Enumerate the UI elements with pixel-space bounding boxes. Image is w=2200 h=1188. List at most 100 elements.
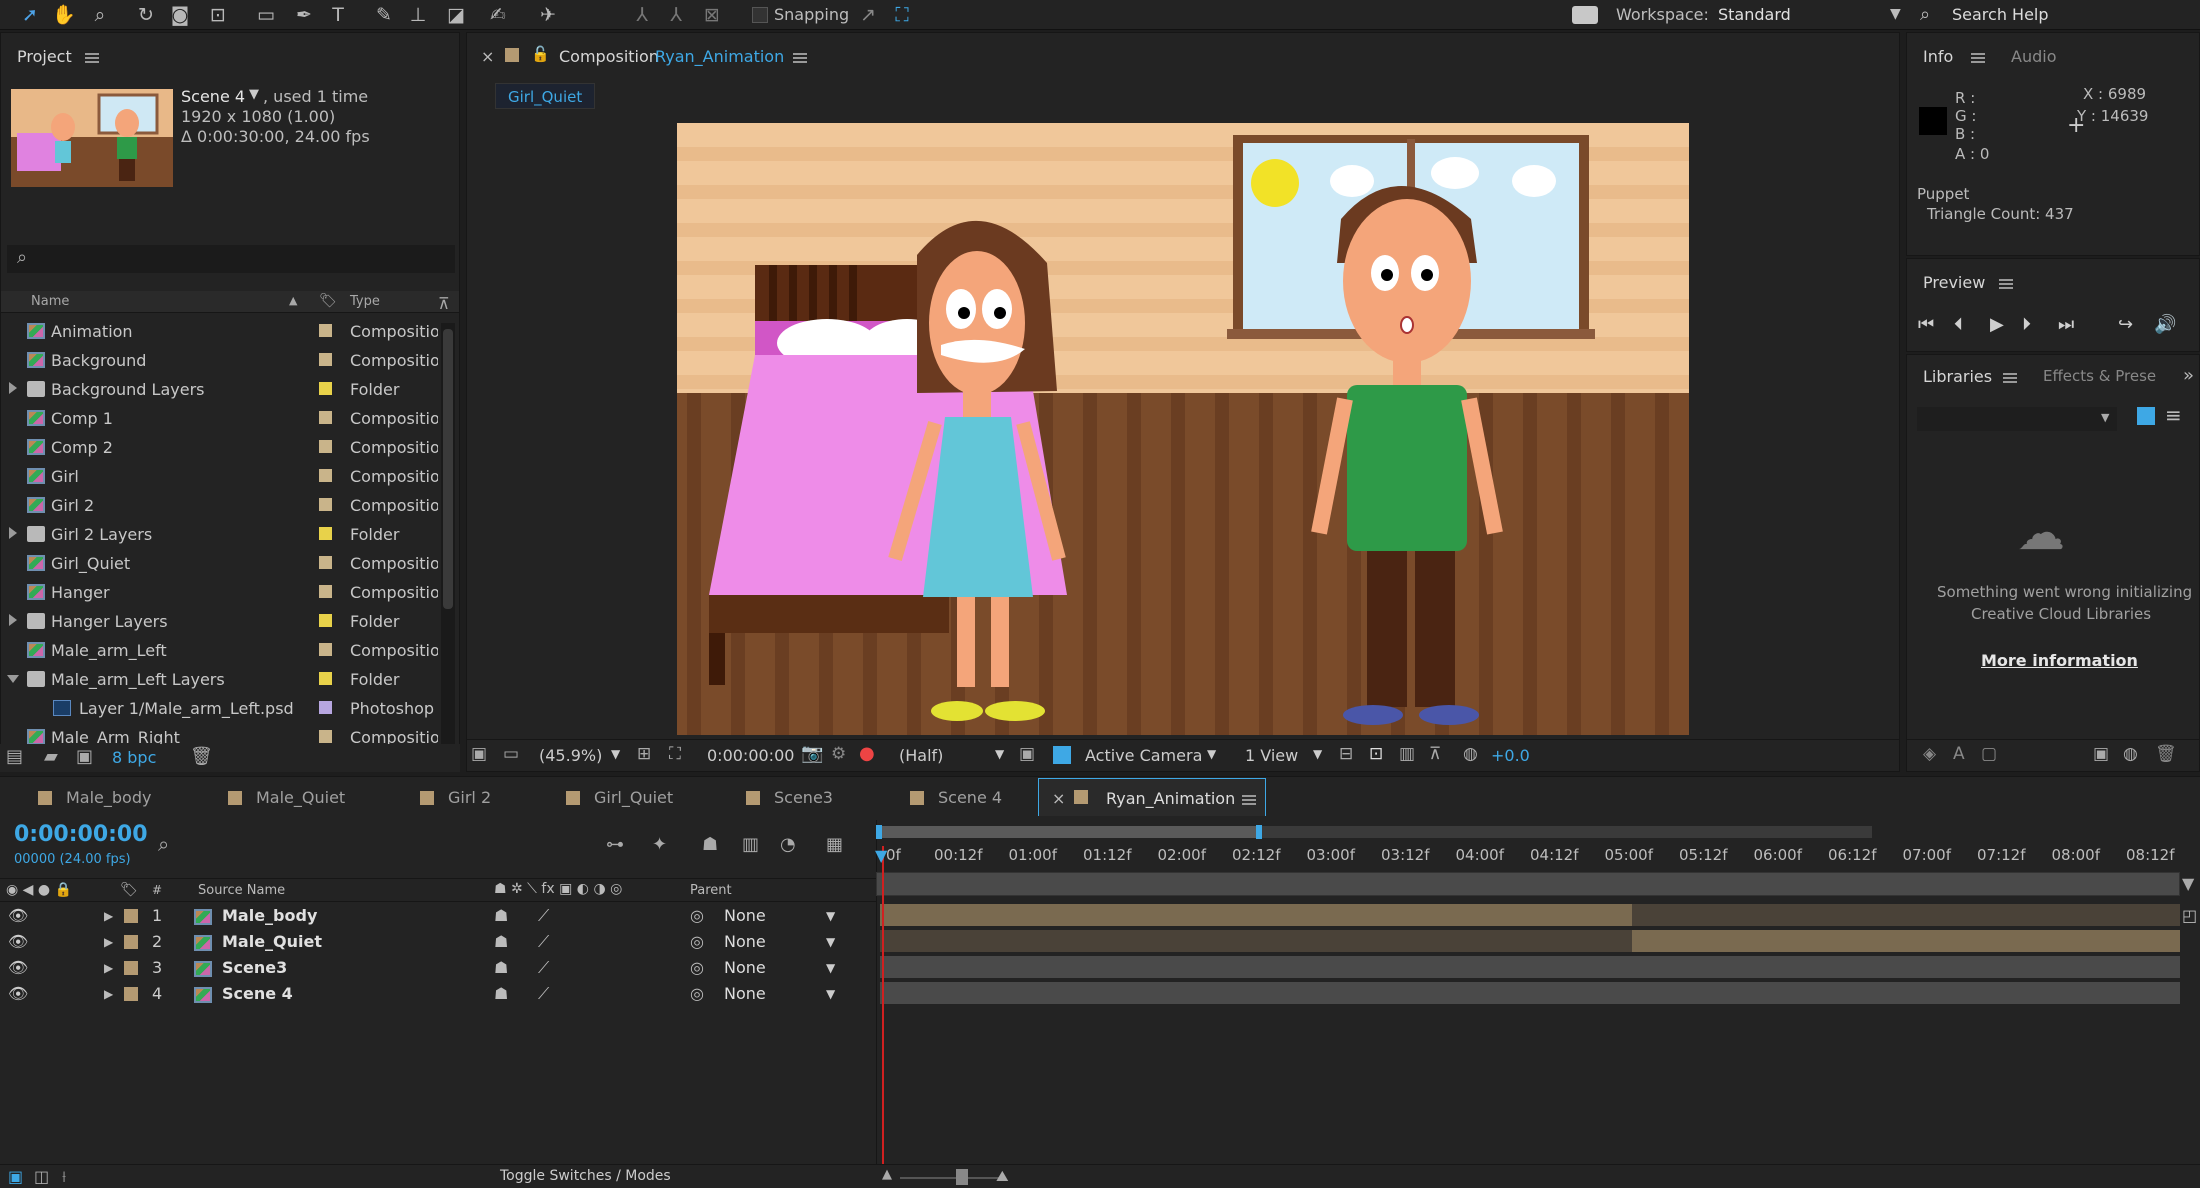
eye-icon[interactable]: 👁 xyxy=(8,984,28,1003)
pick-whip-icon[interactable]: ◎ xyxy=(690,958,704,977)
layer-2-duration-bar[interactable] xyxy=(1632,930,2180,952)
add-text-icon[interactable]: A xyxy=(1953,744,1965,764)
brush-tool-icon[interactable]: ✎ xyxy=(372,3,396,27)
layer-row[interactable]: 👁 ▶ 4 Scene 4 ☗ ⟋ ◎ None ▼ xyxy=(0,982,876,1008)
parent-dropdown[interactable]: None xyxy=(724,958,766,977)
label-color-swatch[interactable] xyxy=(319,556,332,569)
layer-label-swatch[interactable] xyxy=(124,935,138,949)
name-column-header[interactable]: Name xyxy=(31,294,69,309)
expand-icon[interactable]: ◰ xyxy=(2182,906,2197,925)
pick-whip-icon[interactable]: ◎ xyxy=(690,984,704,1003)
camera-tool-icon[interactable]: ◙ xyxy=(168,3,192,27)
libraries-menu-icon[interactable] xyxy=(2003,373,2017,383)
disclosure-closed-icon[interactable] xyxy=(9,614,17,626)
view-axis-icon[interactable]: ⊠ xyxy=(700,3,724,27)
label-color-swatch[interactable] xyxy=(319,614,332,627)
layer-name[interactable]: Male_Quiet xyxy=(222,932,322,951)
project-item-psd[interactable]: Layer 1/Male_arm_Left.psd Photoshop xyxy=(1,694,441,723)
parent-dropdown[interactable]: None xyxy=(724,984,766,1003)
label-color-swatch[interactable] xyxy=(319,527,332,540)
snapping-checkbox[interactable] xyxy=(752,7,768,23)
zoom-tool-icon[interactable]: ⌕ xyxy=(88,3,112,27)
pick-whip-icon[interactable]: ◎ xyxy=(690,932,704,951)
disclosure-closed-icon[interactable]: ▶ xyxy=(104,935,113,949)
timeline-current-time[interactable]: 0:00:00:00 xyxy=(14,822,148,847)
composition-name[interactable]: Ryan_Animation xyxy=(655,47,784,66)
selection-tool-icon[interactable]: ➚ xyxy=(18,3,42,27)
project-item-comp[interactable]: Male_arm_Left Compositior xyxy=(1,636,441,665)
workspace-dropdown-icon[interactable]: ▼ xyxy=(1890,6,1901,22)
transfer-controls-icon[interactable]: ◫ xyxy=(34,1167,49,1186)
project-item-folder[interactable]: Girl 2 Layers Folder xyxy=(1,520,441,549)
eye-icon[interactable]: 👁 xyxy=(8,958,28,977)
tab-ryan-animation[interactable]: Ryan_Animation xyxy=(1106,789,1235,808)
parent-column-header[interactable]: Parent xyxy=(690,883,732,898)
camera-view-dropdown[interactable]: Active Camera xyxy=(1085,746,1202,765)
label-color-swatch[interactable] xyxy=(319,382,332,395)
shy-switch-icon[interactable]: ☗ xyxy=(494,906,508,925)
project-item-comp[interactable]: Girl_Quiet Compositior xyxy=(1,549,441,578)
comp-breadcrumb[interactable]: Girl_Quiet xyxy=(495,83,596,109)
last-frame-icon[interactable]: ⏭ xyxy=(2058,314,2074,335)
adobe-stock-icon[interactable]: ▣ xyxy=(2093,744,2109,764)
zoom-dropdown-icon[interactable]: ▼ xyxy=(611,747,620,761)
zoom-slider-handle[interactable] xyxy=(956,1169,968,1185)
flowchart-icon[interactable]: ⊼ xyxy=(438,294,450,313)
disclosure-open-icon[interactable] xyxy=(7,675,19,683)
pixel-aspect-icon[interactable]: ⊟ xyxy=(1339,744,1353,764)
project-item-folder[interactable]: Hanger Layers Folder xyxy=(1,607,441,636)
label-color-swatch[interactable] xyxy=(319,469,332,482)
shy-layers-icon[interactable]: ☗ xyxy=(702,834,718,855)
color-channels-icon[interactable]: ● xyxy=(859,743,875,764)
project-item-folder[interactable]: Background Layers Folder xyxy=(1,375,441,404)
selected-item-name[interactable]: Scene 4 xyxy=(181,87,245,106)
first-frame-icon[interactable]: ⏮ xyxy=(1918,314,1934,335)
current-time-display[interactable]: 0:00:00:00 xyxy=(707,746,794,765)
pan-behind-tool-icon[interactable]: ⊡ xyxy=(206,3,230,27)
info-menu-icon[interactable] xyxy=(1971,53,1985,63)
quality-switch-icon[interactable]: ⟋ xyxy=(538,984,549,1004)
draft-3d-icon[interactable]: ⊡ xyxy=(1369,744,1383,764)
label-color-swatch[interactable] xyxy=(319,411,332,424)
new-folder-icon[interactable]: ▰ xyxy=(44,746,58,767)
close-tab-icon[interactable]: × xyxy=(481,47,494,66)
composition-menu-icon[interactable] xyxy=(793,53,807,63)
in-out-panes-icon[interactable]: ⟊ xyxy=(62,1167,66,1187)
project-item-comp[interactable]: Girl 2 Compositior xyxy=(1,491,441,520)
rectangle-tool-icon[interactable]: ▭ xyxy=(254,3,278,27)
rotate-tool-icon[interactable]: ↻ xyxy=(134,3,158,27)
label-color-swatch[interactable] xyxy=(319,643,332,656)
disclosure-closed-icon[interactable]: ▶ xyxy=(104,909,113,923)
parent-dropdown-icon[interactable]: ▼ xyxy=(826,987,835,1001)
project-search-field[interactable]: ⌕ xyxy=(7,245,455,273)
audio-mute-icon[interactable]: 🔊 xyxy=(2154,314,2176,335)
layer-row[interactable]: 👁 ▶ 3 Scene3 ☗ ⟋ ◎ None ▼ xyxy=(0,956,876,982)
timeline-search-icon[interactable]: ⌕ xyxy=(158,832,169,856)
label-color-swatch[interactable] xyxy=(319,672,332,685)
zoom-out-icon[interactable]: ▲ xyxy=(882,1167,892,1182)
zoom-in-icon[interactable]: ⛰ xyxy=(996,1167,1009,1185)
project-item-comp[interactable]: Background Compositior xyxy=(1,346,441,375)
workspace-value[interactable]: Standard xyxy=(1718,5,1791,24)
selected-item-dropdown-icon[interactable]: ▼ xyxy=(249,87,259,102)
parent-dropdown-icon[interactable]: ▼ xyxy=(826,935,835,949)
motion-blur-icon[interactable]: ◔ xyxy=(780,834,796,855)
disclosure-closed-icon[interactable]: ▶ xyxy=(104,961,113,975)
layer-label-swatch[interactable] xyxy=(124,909,138,923)
comp-marker-bin-icon[interactable]: ▼ xyxy=(2182,874,2194,893)
roto-brush-tool-icon[interactable]: ✍ xyxy=(486,3,510,27)
type-column-header[interactable]: Type xyxy=(350,294,380,309)
close-tab-icon[interactable]: × xyxy=(1052,789,1065,808)
parent-dropdown[interactable]: None xyxy=(724,932,766,951)
clone-stamp-tool-icon[interactable]: ⊥ xyxy=(406,3,430,27)
puppet-pin-tool-icon[interactable]: ✈ xyxy=(536,3,560,27)
composition-tab-label[interactable]: Composition xyxy=(559,47,659,66)
previous-frame-icon[interactable]: ⏴ xyxy=(1954,314,1963,335)
view-layout-dropdown[interactable]: 1 View xyxy=(1245,746,1298,765)
sync-status-icon[interactable]: ◍ xyxy=(2123,744,2138,764)
project-item-folder[interactable]: Male_arm_Left Layers Folder xyxy=(1,665,441,694)
quality-switch-icon[interactable]: ⟋ xyxy=(538,958,549,978)
layer-name[interactable]: Scene 4 xyxy=(222,984,293,1003)
add-color-icon[interactable]: ▢ xyxy=(1981,744,1997,764)
project-item-comp[interactable]: Hanger Compositior xyxy=(1,578,441,607)
